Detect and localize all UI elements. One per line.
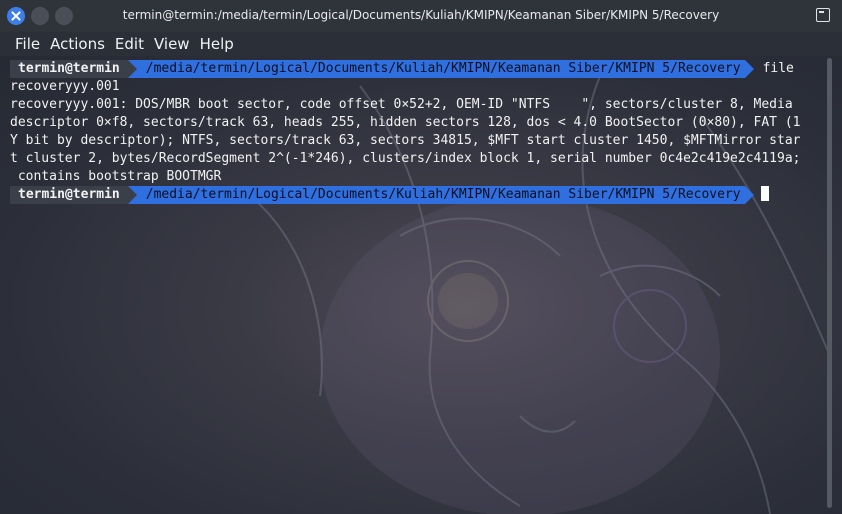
prompt-line: termin@termin/media/termin/Logical/Docum… (10, 186, 822, 204)
menu-view[interactable]: View (152, 32, 198, 56)
output-line: Y bit by descriptor); NTFS, sectors/trac… (10, 133, 801, 148)
scrollbar[interactable] (827, 58, 832, 508)
prompt-line: termin@termin/media/termin/Logical/Docum… (10, 60, 822, 78)
text-cursor[interactable] (760, 186, 769, 201)
terminal-menu-icon[interactable] (816, 8, 830, 22)
menu-help[interactable]: Help (198, 32, 242, 56)
title-bar[interactable]: termin@termin:/media/termin/Logical/Docu… (0, 0, 842, 32)
terminal-output: termin@termin/media/termin/Logical/Docum… (10, 60, 822, 204)
menu-actions[interactable]: Actions (48, 32, 113, 56)
prompt-path: /media/termin/Logical/Documents/Kuliah/K… (127, 186, 754, 204)
menu-bar: File Actions Edit View Help (0, 32, 842, 56)
prompt-user: termin@termin (10, 186, 128, 204)
window-title: termin@termin:/media/termin/Logical/Docu… (122, 8, 720, 22)
terminal-window: termin@termin:/media/termin/Logical/Docu… (0, 0, 842, 514)
terminal-area[interactable]: termin@termin/media/termin/Logical/Docum… (0, 56, 842, 514)
menu-edit[interactable]: Edit (113, 32, 152, 56)
prompt-path: /media/termin/Logical/Documents/Kuliah/K… (127, 60, 754, 78)
menu-file[interactable]: File (0, 32, 48, 56)
output-line: descriptor 0×f8, sectors/track 63, heads… (10, 115, 801, 130)
output-line: t cluster 2, bytes/RecordSegment 2^(-1*2… (10, 151, 801, 166)
prompt-user: termin@termin (10, 60, 128, 78)
output-line: contains bootstrap BOOTMGR (10, 169, 222, 184)
command-continuation: recoveryyy.001 (10, 79, 120, 94)
output-line: recoveryyy.001: DOS/MBR boot sector, cod… (10, 97, 793, 112)
